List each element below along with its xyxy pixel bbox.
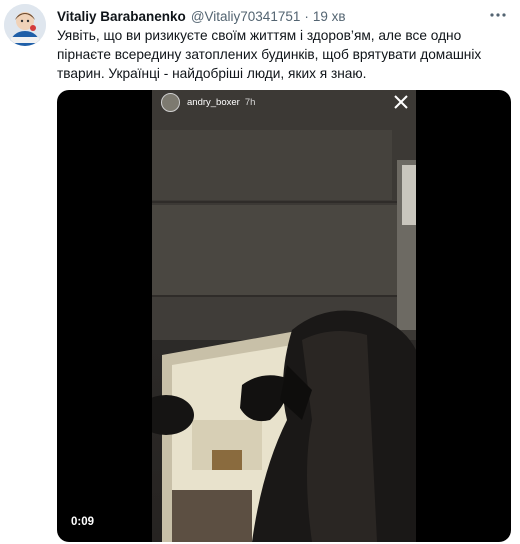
close-icon (394, 95, 408, 109)
story-age: 7h (244, 96, 256, 108)
more-dots-icon[interactable] (488, 6, 508, 24)
author-name[interactable]: Vitaliy Barabanenko (57, 9, 186, 24)
video-frame: andry_boxer 7h (152, 90, 416, 542)
tweet[interactable]: Vitaliy Barabanenko @Vitaliy70341751 · 1… (0, 0, 520, 544)
video-frame-art (152, 90, 416, 542)
meta-separator: · (304, 8, 309, 24)
author-avatar[interactable] (4, 4, 46, 46)
story-username: andry_boxer (187, 96, 240, 108)
story-avatar (161, 92, 180, 112)
author-handle[interactable]: @Vitaliy70341751 (191, 9, 301, 24)
tweet-text: Уявіть, що ви ризикуєте своїм життям і з… (57, 28, 482, 81)
video-player[interactable]: andry_boxer 7h 0:09 (57, 90, 511, 542)
tweet-header: Vitaliy Barabanenko @Vitaliy70341751 · 1… (57, 7, 490, 25)
tweet-time[interactable]: 19 хв (313, 9, 346, 24)
video-duration: 0:09 (71, 516, 95, 528)
story-header: andry_boxer 7h (152, 90, 416, 114)
